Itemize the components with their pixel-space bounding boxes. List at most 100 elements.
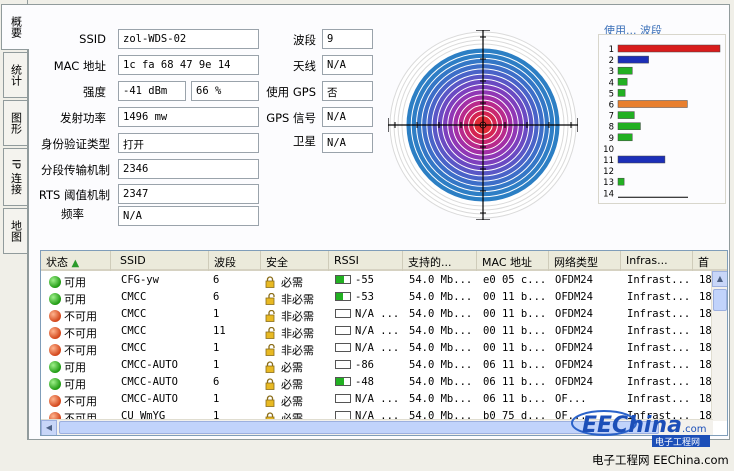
svg-text:电子工程网: 电子工程网 xyxy=(655,436,700,448)
table-row[interactable]: 不可用 CMCC 11 非必需 N/A ... 54.0 Mb... 00 11 b... O… xyxy=(41,323,712,340)
rssi-text: N/A ... xyxy=(355,393,400,405)
lock-closed-icon xyxy=(265,361,275,373)
tab-overview[interactable]: 概要 xyxy=(1,4,29,50)
status-text: 可用 xyxy=(64,276,86,289)
status-cell: 不可用 xyxy=(45,391,115,408)
antenna-field: N/A xyxy=(322,55,373,75)
col-rssi[interactable]: RSSI xyxy=(329,251,403,271)
col-status[interactable]: 状态 ▲ xyxy=(41,251,111,271)
lock-open-icon xyxy=(265,310,275,322)
col-ssid[interactable]: SSID xyxy=(115,251,209,271)
band-cell: 1 xyxy=(213,393,220,405)
tab-statistics-label: 统计 xyxy=(9,64,23,86)
table-row[interactable]: 可用 CMCC-AUTO 1 必需 -86 54.0 Mb... 06 11 b... OFD… xyxy=(41,357,712,374)
status-available-icon xyxy=(49,293,61,305)
vertical-scroll-thumb[interactable] xyxy=(713,289,727,311)
col-net-type[interactable]: 网络类型 xyxy=(549,251,621,271)
band-cell: 1 xyxy=(213,308,220,320)
vertical-scrollbar[interactable]: ▲ xyxy=(711,271,727,421)
rssi-cell: -48 xyxy=(331,374,403,391)
status-cell: 不可用 xyxy=(45,306,115,323)
table-header: 状态 ▲ SSID 波段 安全 RSSI 支持的... MAC 地址 网络类型 … xyxy=(41,251,727,271)
status-available-icon xyxy=(49,378,61,390)
net-type-cell: OFDM24 xyxy=(555,376,593,388)
col-security[interactable]: 安全 xyxy=(261,251,329,271)
tab-map[interactable]: 地图 xyxy=(3,208,27,254)
rates-cell: 54.0 Mb... xyxy=(409,291,473,303)
band-channel-label: 6 xyxy=(609,101,614,111)
rssi-text: -55 xyxy=(355,274,374,286)
ssid-cell: CMCC xyxy=(121,325,147,337)
band-bar xyxy=(617,155,666,164)
band-cell: 1 xyxy=(213,359,220,371)
rssi-cell: -53 xyxy=(331,289,403,306)
status-unavailable-icon xyxy=(49,310,61,322)
rssi-meter-icon xyxy=(335,360,351,369)
strength-pct-field: 66 % xyxy=(191,81,259,101)
rates-cell: 54.0 Mb... xyxy=(409,342,473,354)
rssi-meter-icon xyxy=(335,394,351,403)
tab-ip-connection[interactable]: IP 连接 xyxy=(3,148,27,206)
table-row[interactable]: 不可用 CMCC 1 非必需 N/A ... 54.0 Mb... 00 11 b... OF… xyxy=(41,340,712,357)
status-cell: 可用 xyxy=(45,357,115,374)
svg-text:EEChina: EEChina xyxy=(582,413,682,438)
net-type-cell: OFDM24 xyxy=(555,342,593,354)
scroll-up-icon[interactable]: ▲ xyxy=(712,271,727,287)
band-channel-label: 3 xyxy=(609,67,614,77)
table-row[interactable]: 可用 CFG-yw 6 必需 -55 54.0 Mb... e0 05 c... OFDM24… xyxy=(41,272,712,289)
net-type-cell: OFDM24 xyxy=(555,274,593,286)
net-type-cell: OFDM24 xyxy=(555,359,593,371)
band-cell: 6 xyxy=(213,376,220,388)
rssi-cell: N/A ... xyxy=(331,323,403,340)
rssi-text: N/A ... xyxy=(355,325,400,337)
tab-graph[interactable]: 图形 xyxy=(3,100,27,146)
mac-cell: 00 11 b... xyxy=(483,308,547,320)
status-text: 可用 xyxy=(64,293,86,306)
ssid-field: zol-WDS-02 xyxy=(118,29,259,49)
security-text: 非必需 xyxy=(281,344,314,357)
col-infra[interactable]: Infras... xyxy=(621,251,693,271)
gps-field: 否 xyxy=(322,81,373,101)
rssi-text: -53 xyxy=(355,291,374,303)
lock-open-icon xyxy=(265,344,275,356)
status-text: 不可用 xyxy=(64,344,97,357)
rssi-cell: -86 xyxy=(331,357,403,374)
infra-cell: Infrast... xyxy=(627,359,691,371)
rssi-meter-icon xyxy=(335,275,351,284)
rssi-meter-icon xyxy=(335,309,351,318)
col-rates[interactable]: 支持的... xyxy=(403,251,477,271)
ssid-cell: CMCC-AUTO xyxy=(121,393,178,405)
mac-cell: 00 11 b... xyxy=(483,342,547,354)
net-type-cell: OFDM24 xyxy=(555,325,593,337)
lock-closed-icon xyxy=(265,276,275,288)
infra-cell: Infrast... xyxy=(627,342,691,354)
tx-power-field: 1496 mw xyxy=(118,107,259,127)
infra-cell: Infrast... xyxy=(627,325,691,337)
rts-label: RTS 阈值机制 xyxy=(38,188,110,202)
strength-dbm-field: -41 dBm xyxy=(118,81,186,101)
col-first[interactable]: 首 xyxy=(693,251,727,271)
band-bar xyxy=(617,44,721,53)
col-band[interactable]: 波段 xyxy=(209,251,261,271)
rssi-cell: N/A ... xyxy=(331,391,403,408)
mac-cell: 06 11 b... xyxy=(483,393,547,405)
ssid-cell: CMCC xyxy=(121,291,147,303)
band-channel-label: 2 xyxy=(609,56,614,66)
table-row[interactable]: 不可用 CMCC 1 非必需 N/A ... 54.0 Mb... 00 11 b... OF… xyxy=(41,306,712,323)
security-cell: 必需 xyxy=(261,391,329,408)
security-cell: 必需 xyxy=(261,357,329,374)
tab-statistics[interactable]: 统计 xyxy=(3,52,27,98)
table-row[interactable]: 可用 CMCC-AUTO 6 必需 -48 54.0 Mb... 06 11 b... OFD… xyxy=(41,374,712,391)
strength-label: 强度 xyxy=(83,85,106,99)
scroll-left-icon[interactable]: ◀ xyxy=(41,420,57,435)
table-row[interactable]: 可用 CMCC 6 非必需 -53 54.0 Mb... 00 11 b... OFDM24 I… xyxy=(41,289,712,306)
rssi-meter-icon xyxy=(335,326,351,335)
satellite-label: 卫星 xyxy=(293,134,316,148)
rssi-cell: N/A ... xyxy=(331,340,403,357)
band-channel-label: 1 xyxy=(609,45,614,55)
rssi-cell: N/A ... xyxy=(331,306,403,323)
col-mac[interactable]: MAC 地址 xyxy=(477,251,549,271)
mac-cell: 06 11 b... xyxy=(483,376,547,388)
net-type-cell: OFDM24 xyxy=(555,308,593,320)
status-text: 不可用 xyxy=(64,395,97,408)
